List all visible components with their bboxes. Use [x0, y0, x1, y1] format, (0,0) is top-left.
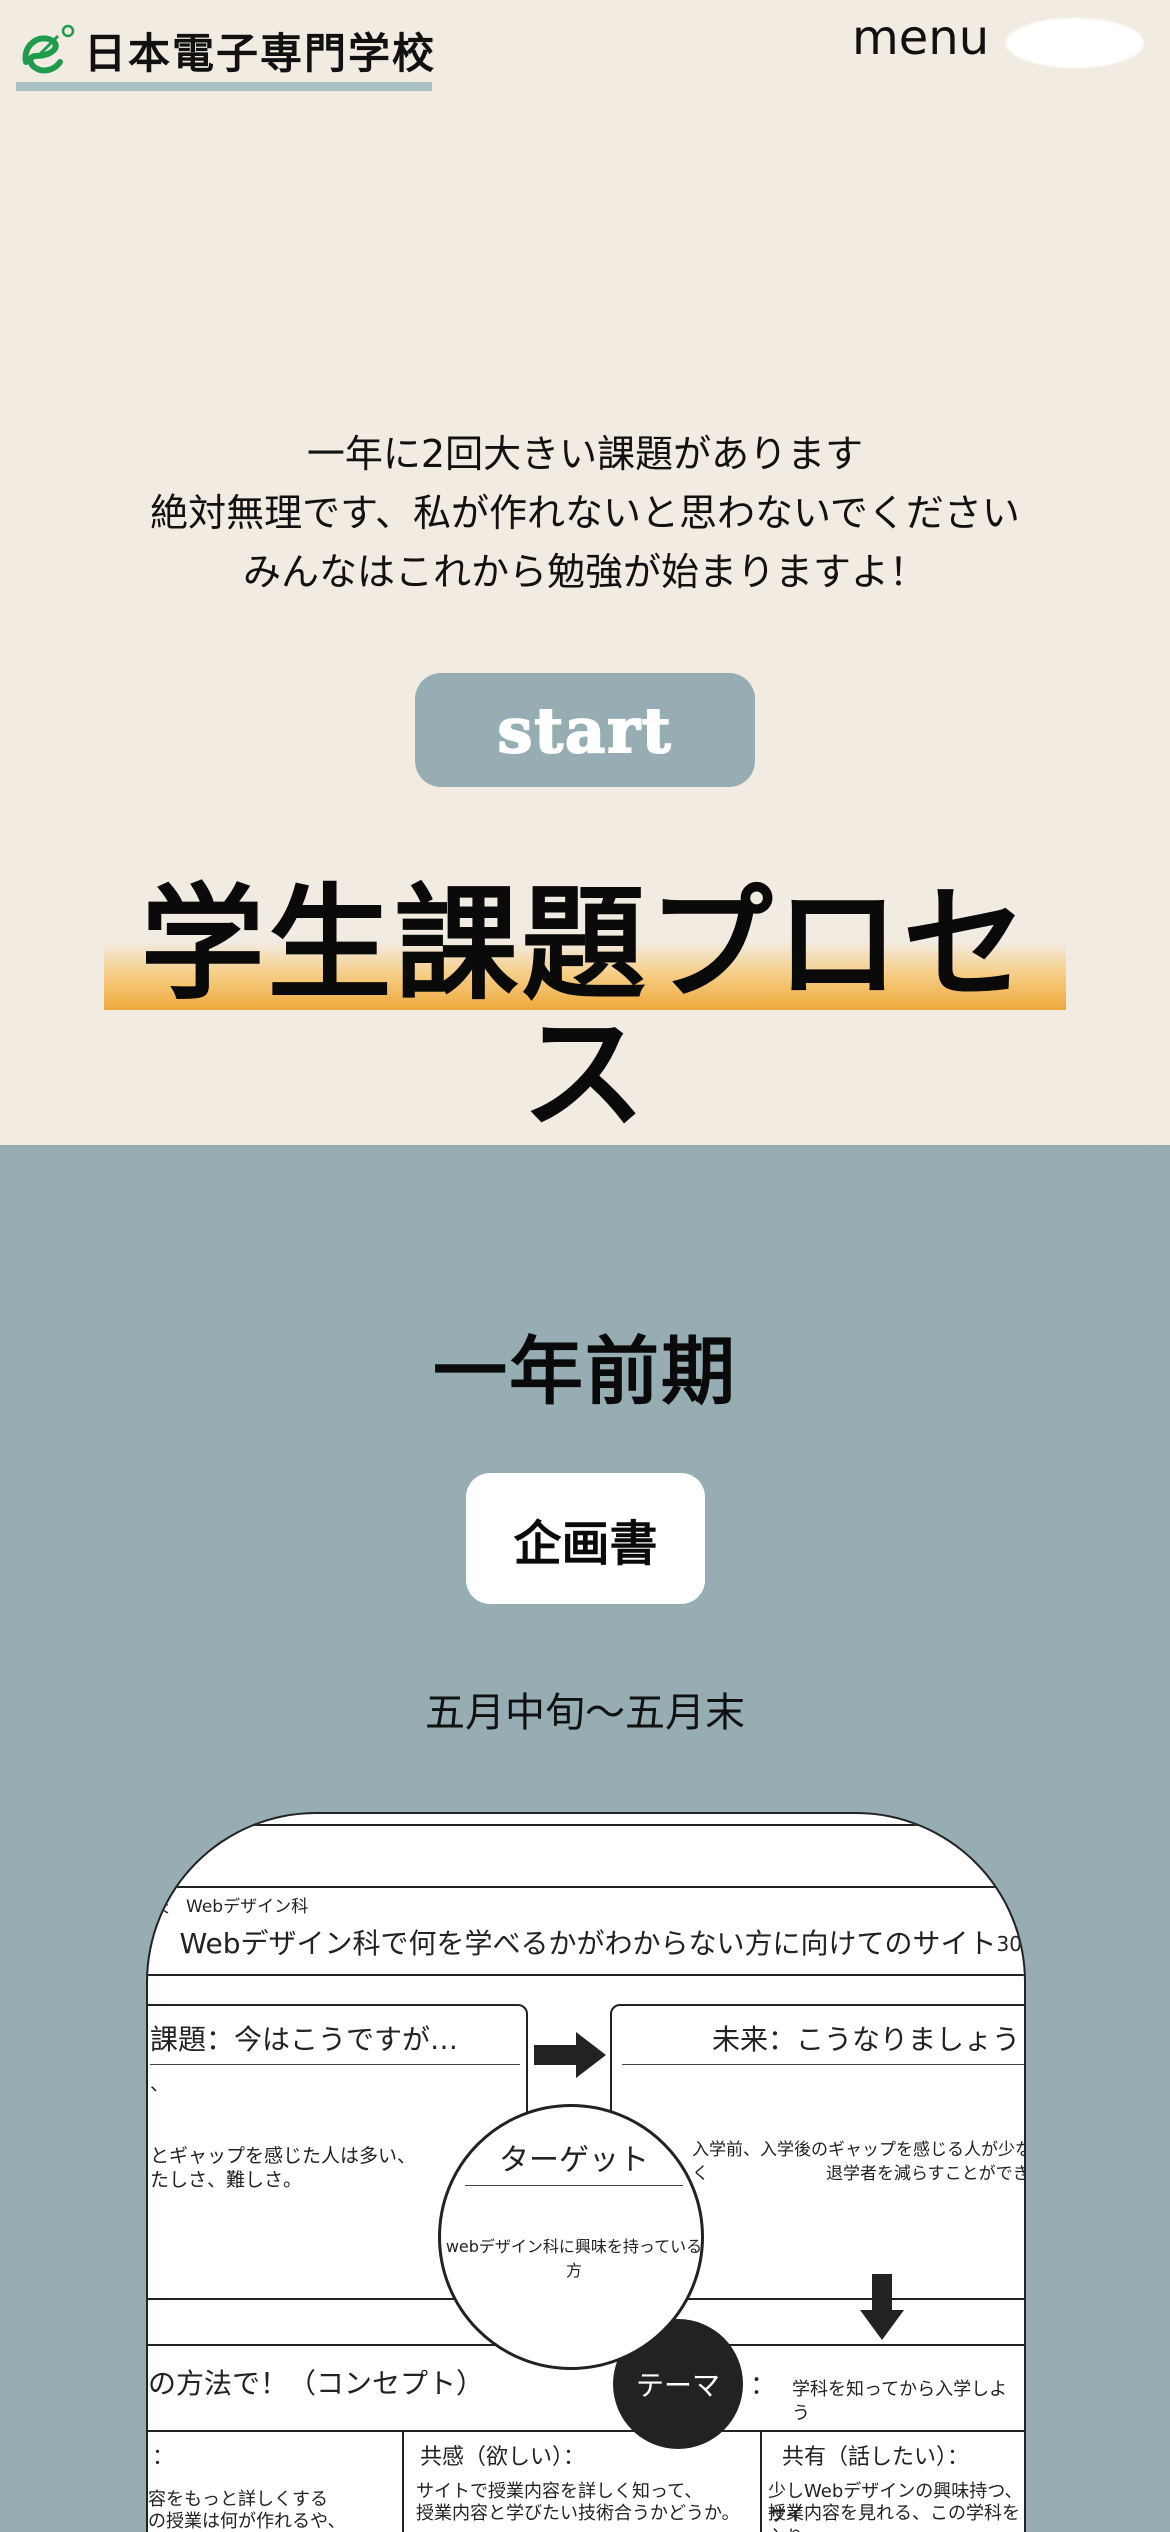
column-text: 授業内容を見れる、この学科を入り — [768, 2503, 1020, 2532]
doc-page-number: 30 — [996, 1932, 1022, 1956]
column-heading: 共有（話したい）： — [782, 2445, 970, 2470]
doc-rule — [148, 1824, 1024, 1826]
column-heading: ： — [152, 2445, 175, 2470]
intro-line: 絶対無理です、私が作れないと思わないでください — [150, 491, 1020, 535]
intro-text: 一年に2回大きい課題があります 絶対無理です、私が作れないと思わないでください … — [0, 425, 1170, 602]
target-text: webデザイン科に興味を持っている方 — [445, 2237, 703, 2280]
menu-button[interactable]: menu — [852, 10, 989, 66]
future-goal-heading: 未来：こうなりましょう！ — [712, 2023, 1026, 2056]
intro-line: 一年に2回大きい課題があります — [306, 432, 864, 476]
doc-rule — [148, 2430, 1024, 2432]
site-header: 日本電子専門学校 menu — [0, 0, 1170, 100]
plan-button[interactable]: 企画書 — [466, 1473, 705, 1604]
arrow-right-icon — [534, 2032, 606, 2078]
current-issue-text: とギャップを感じた人は多い、 — [150, 2145, 417, 2167]
column-heading: 共感（欲しい）： — [420, 2445, 586, 2470]
doc-title: Webデザイン科で何を学べるかがわからない方に向けてのサイト — [179, 1927, 997, 1960]
target-rule — [465, 2185, 683, 2186]
school-logo-icon — [16, 22, 78, 80]
term-title: 一年前期 — [433, 1329, 737, 1415]
box-rule — [150, 2064, 520, 2065]
menu-toggle-oval[interactable] — [1006, 18, 1144, 68]
concept-heading: の方法で！（コンセプト） — [148, 2367, 485, 2400]
logo-underline — [16, 82, 432, 91]
wave-divider — [0, 1148, 1170, 1170]
column-divider — [402, 2430, 404, 2532]
school-logo[interactable]: 日本電子専門学校 — [16, 20, 436, 81]
column-text: 授業内容と学びたい技術合うかどうか。 — [416, 2503, 740, 2524]
current-issue-heading: 課題：今はこうですが… — [150, 2023, 459, 2056]
period-text: 五月中旬～五月末 — [425, 1690, 745, 1736]
current-issue-mark: 、 — [150, 2073, 170, 2095]
arrow-down-icon — [860, 2274, 904, 2340]
plan-document-preview: 校 Webデザイン科 Webデザイン科で何を学べるかがわからない方に向けてのサイ… — [146, 1812, 1026, 2532]
hero-title: 学生課題プロセス — [140, 873, 1030, 1147]
school-name: 日本電子専門学校 — [84, 29, 437, 78]
hero-title-block: 学生課題プロセス — [104, 880, 1066, 1140]
intro-line: みんなはこれから勉強が始まりますよ！ — [242, 550, 927, 594]
column-text: サイトで授業内容を詳しく知って、 — [416, 2481, 703, 2502]
column-text: 容をもっと詳しくする — [148, 2489, 328, 2510]
future-goal-text: 退学者を減らすことができる — [826, 2164, 1026, 2184]
current-issue-text: たしさ、難しさ。 — [150, 2169, 303, 2191]
box-rule — [622, 2064, 1024, 2065]
target-circle: ターゲット webデザイン科に興味を持っている方 — [438, 2104, 704, 2370]
column-text: の授業は何が作れるや、 — [148, 2511, 346, 2532]
target-heading: ターゲット — [499, 2143, 649, 2178]
doc-rule — [148, 1886, 1024, 1888]
start-button[interactable]: start — [415, 673, 755, 787]
theme-colon: ： — [750, 2371, 777, 2401]
theme-text: 学科を知ってから入学しよう — [792, 2379, 1008, 2424]
column-divider — [760, 2430, 762, 2532]
doc-school-label: 校 Webデザイン科 — [152, 1897, 309, 1917]
doc-rule — [148, 1974, 1024, 1976]
